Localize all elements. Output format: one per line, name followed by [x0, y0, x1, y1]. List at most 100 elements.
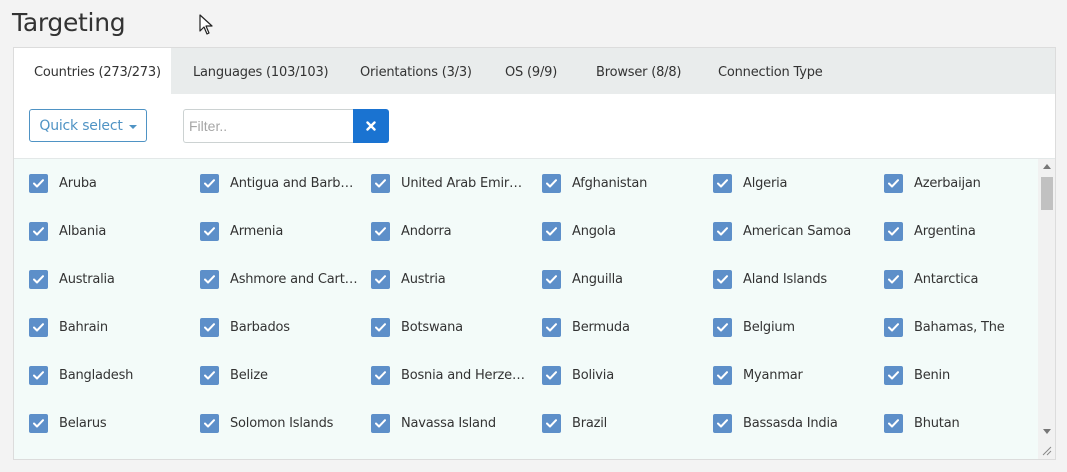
country-checkbox-item[interactable]: Benin [884, 366, 1038, 414]
tab-countries[interactable]: Countries (273/273) [14, 48, 171, 94]
checkbox[interactable] [713, 366, 732, 385]
country-checkbox-item[interactable]: Belarus [29, 414, 200, 459]
country-label: Angola [572, 224, 616, 239]
checkbox[interactable] [542, 270, 561, 289]
clear-filter-button[interactable] [353, 109, 389, 143]
checkbox[interactable] [29, 222, 48, 241]
country-checkbox-item[interactable]: Bolivia [542, 366, 713, 414]
checkbox[interactable] [200, 318, 219, 337]
country-checkbox-item[interactable]: Antigua and Barbuda [200, 174, 371, 222]
checkbox[interactable] [713, 270, 732, 289]
quick-select-button[interactable]: Quick select [29, 109, 147, 142]
checkbox[interactable] [29, 366, 48, 385]
checkbox[interactable] [371, 222, 390, 241]
country-checkbox-item[interactable]: Austria [371, 270, 542, 318]
country-checkbox-item[interactable]: Albania [29, 222, 200, 270]
checkbox[interactable] [542, 222, 561, 241]
checkbox[interactable] [884, 366, 903, 385]
country-list-scrollbar[interactable] [1038, 159, 1055, 459]
tab-os[interactable]: OS (9/9) [483, 48, 574, 94]
checkbox[interactable] [200, 414, 219, 433]
checkbox[interactable] [884, 270, 903, 289]
country-label: Azerbaijan [914, 176, 981, 191]
checkbox[interactable] [713, 222, 732, 241]
country-checkbox-item[interactable]: Bassasda India [713, 414, 884, 459]
country-checkbox-item[interactable]: Navassa Island [371, 414, 542, 459]
country-checkbox-item[interactable]: Anguilla [542, 270, 713, 318]
tab-orientations[interactable]: Orientations (3/3) [338, 48, 483, 94]
checkbox[interactable] [200, 174, 219, 193]
checkbox[interactable] [29, 414, 48, 433]
scroll-up-arrow-icon[interactable] [1043, 164, 1051, 169]
country-checkbox-item[interactable]: Bangladesh [29, 366, 200, 414]
checkmark-icon [546, 275, 557, 284]
checkbox[interactable] [371, 270, 390, 289]
country-checkbox-item[interactable]: Angola [542, 222, 713, 270]
checkmark-icon [204, 179, 215, 188]
country-checkbox-item[interactable]: Antarctica [884, 270, 1038, 318]
checkbox[interactable] [200, 222, 219, 241]
tab-connection-type[interactable]: Connection Type [696, 48, 846, 94]
country-checkbox-item[interactable]: United Arab Emirates [371, 174, 542, 222]
scroll-down-arrow-icon[interactable] [1043, 429, 1051, 434]
country-label: Belize [230, 368, 268, 383]
checkbox[interactable] [29, 174, 48, 193]
country-checkbox-item[interactable]: Barbados [200, 318, 371, 366]
country-checkbox-item[interactable]: Bosnia and Herzegovina [371, 366, 542, 414]
checkbox[interactable] [884, 318, 903, 337]
country-checkbox-item[interactable]: Aruba [29, 174, 200, 222]
country-checkbox-item[interactable]: Azerbaijan [884, 174, 1038, 222]
resize-handle-icon[interactable] [1042, 446, 1052, 456]
checkbox[interactable] [200, 366, 219, 385]
country-checkbox-item[interactable]: Ashmore and Cartier Islands [200, 270, 371, 318]
scroll-thumb[interactable] [1041, 177, 1053, 210]
checkbox[interactable] [542, 414, 561, 433]
checkmark-icon [204, 275, 215, 284]
checkbox[interactable] [542, 318, 561, 337]
checkbox[interactable] [542, 174, 561, 193]
checkbox[interactable] [371, 366, 390, 385]
country-checkbox-item[interactable]: Bhutan [884, 414, 1038, 459]
country-checkbox-item[interactable]: Aland Islands [713, 270, 884, 318]
country-label: Belarus [59, 416, 107, 431]
country-checkbox-item[interactable]: Algeria [713, 174, 884, 222]
checkbox[interactable] [884, 414, 903, 433]
filter-input[interactable] [183, 109, 353, 143]
country-checkbox-item[interactable]: Belize [200, 366, 371, 414]
country-checkbox-item[interactable]: Belgium [713, 318, 884, 366]
checkbox[interactable] [713, 414, 732, 433]
country-checkbox-item[interactable]: Botswana [371, 318, 542, 366]
checkbox[interactable] [200, 270, 219, 289]
checkbox[interactable] [884, 174, 903, 193]
country-label: Antigua and Barbuda [230, 176, 358, 191]
country-checkbox-item[interactable]: Myanmar [713, 366, 884, 414]
tab-browser[interactable]: Browser (8/8) [574, 48, 696, 94]
country-checkbox-item[interactable]: Solomon Islands [200, 414, 371, 459]
country-label: Anguilla [572, 272, 623, 287]
checkbox[interactable] [371, 414, 390, 433]
country-checkbox-item[interactable]: Brazil [542, 414, 713, 459]
tab-languages[interactable]: Languages (103/103) [171, 48, 338, 94]
checkbox[interactable] [371, 318, 390, 337]
checkbox[interactable] [29, 318, 48, 337]
checkbox[interactable] [713, 318, 732, 337]
checkbox[interactable] [884, 222, 903, 241]
checkbox[interactable] [371, 174, 390, 193]
checkbox[interactable] [542, 366, 561, 385]
country-checkbox-item[interactable]: Andorra [371, 222, 542, 270]
country-checkbox-item[interactable]: Australia [29, 270, 200, 318]
country-checkbox-item[interactable]: Bermuda [542, 318, 713, 366]
checkmark-icon [717, 227, 728, 236]
checkbox[interactable] [713, 174, 732, 193]
country-checkbox-item[interactable]: Afghanistan [542, 174, 713, 222]
country-checkbox-item[interactable]: Bahrain [29, 318, 200, 366]
checkmark-icon [375, 323, 386, 332]
checkmark-icon [888, 419, 899, 428]
country-checkbox-item[interactable]: Armenia [200, 222, 371, 270]
country-checkbox-item[interactable]: Bahamas, The [884, 318, 1038, 366]
country-checkbox-item[interactable]: American Samoa [713, 222, 884, 270]
checkbox[interactable] [29, 270, 48, 289]
country-label: Bahrain [59, 320, 108, 335]
country-label: Algeria [743, 176, 788, 191]
country-checkbox-item[interactable]: Argentina [884, 222, 1038, 270]
